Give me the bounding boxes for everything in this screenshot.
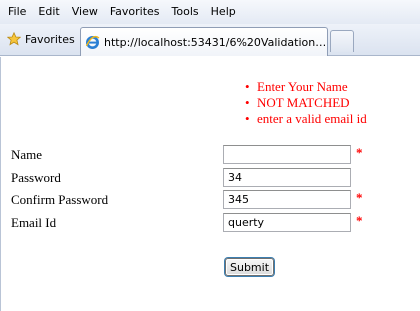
favorites-bar: Favorites http://localhost:53431/6%20Val… xyxy=(0,24,420,56)
email-field[interactable] xyxy=(223,213,351,232)
name-label: Name xyxy=(11,147,43,162)
menu-edit[interactable]: Edit xyxy=(32,0,65,24)
name-field[interactable] xyxy=(223,145,351,164)
tab-title: http://localhost:53431/6%20ValidationSum… xyxy=(104,35,327,49)
confirm-password-required-marker: * xyxy=(356,190,363,205)
menu-tools[interactable]: Tools xyxy=(166,0,205,24)
name-required-marker: * xyxy=(356,145,363,160)
menu-favorites[interactable]: Favorites xyxy=(104,0,166,24)
browser-tab[interactable]: http://localhost:53431/6%20ValidationSum… xyxy=(80,27,328,56)
menu-bar: File Edit View Favorites Tools Help xyxy=(0,0,420,24)
validation-message: enter a valid email id xyxy=(245,111,367,127)
menu-file[interactable]: File xyxy=(2,0,32,24)
page-content: Enter Your Name NOT MATCHED enter a vali… xyxy=(0,57,420,311)
menu-help[interactable]: Help xyxy=(205,0,242,24)
confirm-password-label: Confirm Password xyxy=(11,192,109,207)
validation-message: NOT MATCHED xyxy=(245,95,367,111)
validation-message: Enter Your Name xyxy=(245,79,367,95)
new-tab-button[interactable] xyxy=(330,30,354,52)
validation-summary: Enter Your Name NOT MATCHED enter a vali… xyxy=(245,79,367,127)
confirm-password-field[interactable] xyxy=(223,190,351,209)
favorites-button[interactable]: Favorites xyxy=(4,28,75,50)
star-icon xyxy=(6,31,22,46)
password-label: Password xyxy=(11,170,61,185)
ie-icon xyxy=(85,35,100,50)
email-label: Email Id xyxy=(11,215,57,230)
password-field[interactable] xyxy=(223,168,351,187)
favorites-label: Favorites xyxy=(25,32,75,46)
email-required-marker: * xyxy=(356,213,363,228)
menu-view[interactable]: View xyxy=(66,0,104,24)
submit-button[interactable]: Submit xyxy=(225,258,274,276)
